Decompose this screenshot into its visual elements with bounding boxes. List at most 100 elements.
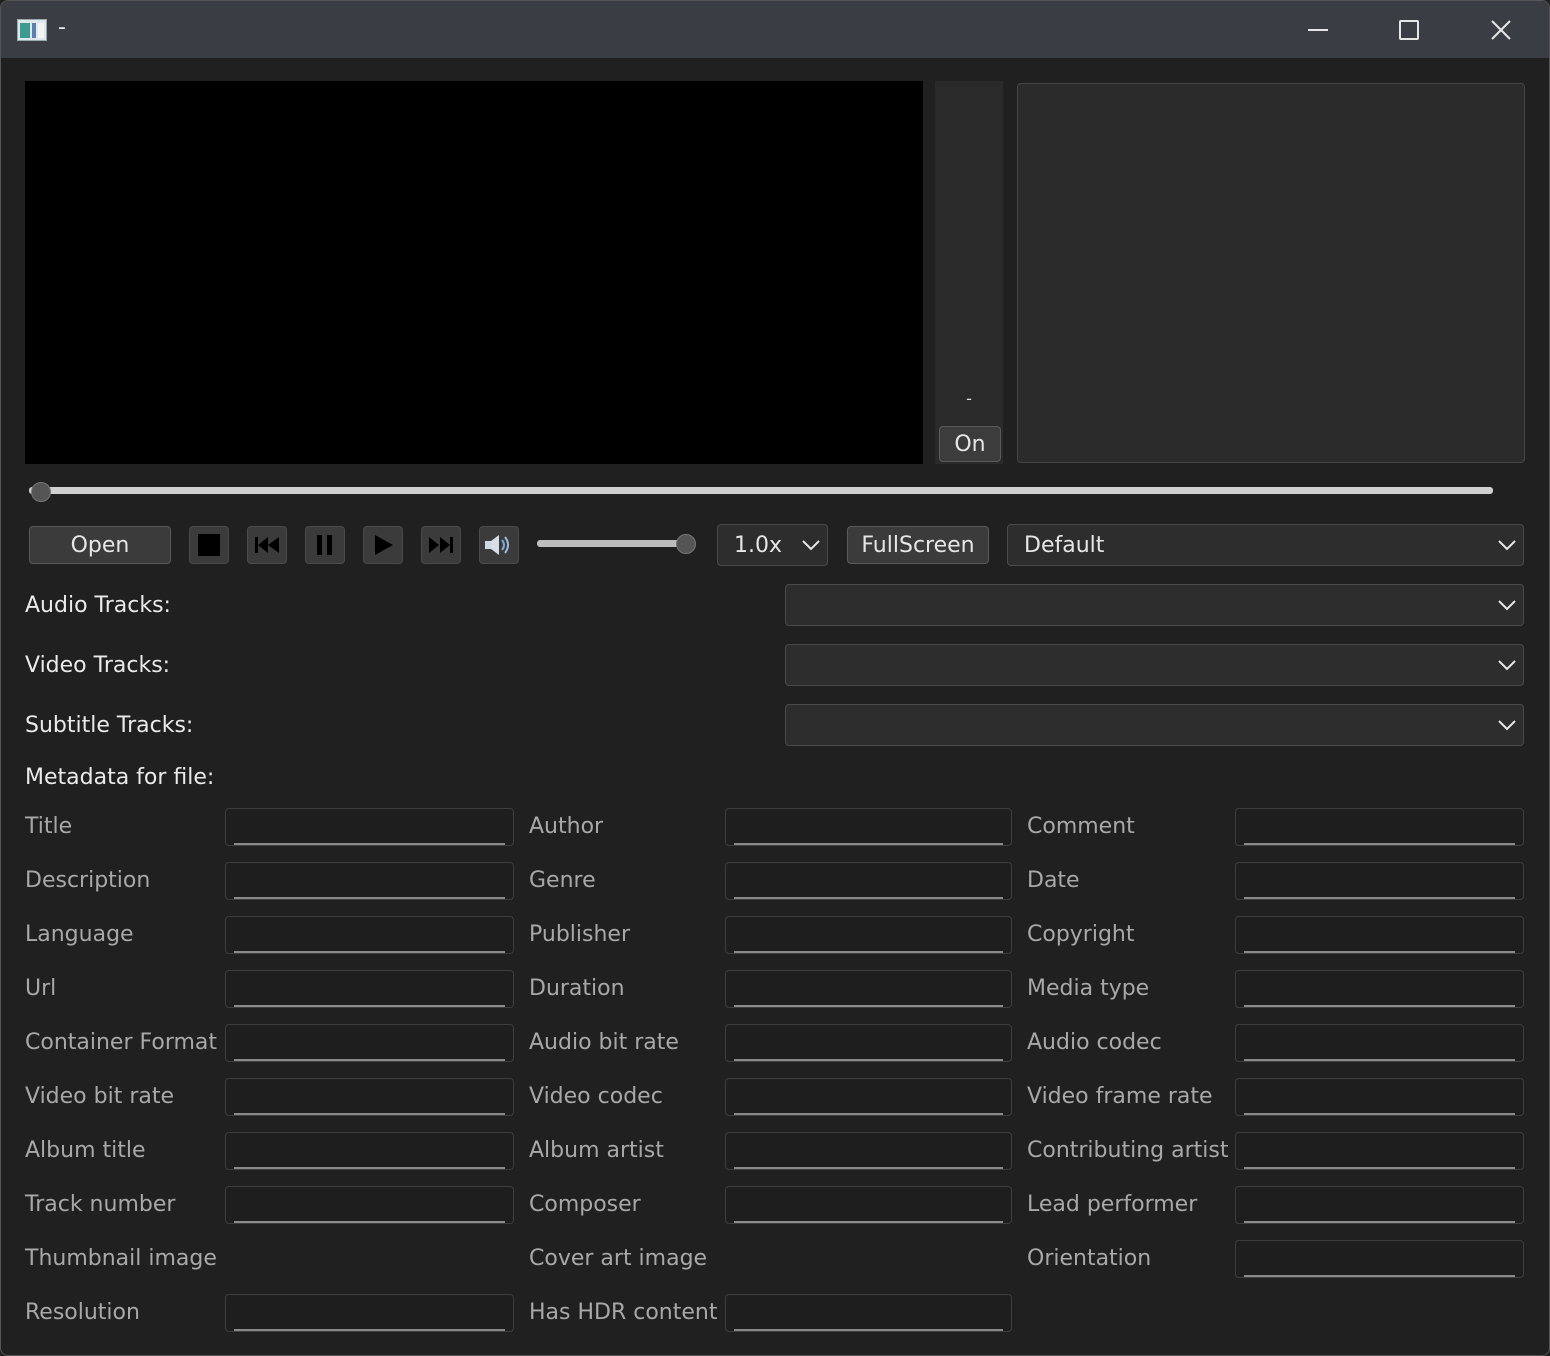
play-icon: [375, 535, 393, 555]
meta-field-track-number[interactable]: [225, 1186, 514, 1224]
meta-label-resolution: Resolution: [25, 1300, 140, 1325]
meta-label-audio-codec: Audio codec: [1027, 1030, 1162, 1055]
main-window: - - On Open 1.0x FullScreen Default Audi…: [0, 0, 1550, 1356]
meta-label-copyright: Copyright: [1027, 922, 1135, 947]
side-dash-label: -: [966, 389, 972, 408]
meta-field-album-artist[interactable]: [725, 1132, 1012, 1170]
meta-label-author: Author: [529, 814, 604, 839]
meta-field-composer[interactable]: [725, 1186, 1012, 1224]
meta-field-lead-performer[interactable]: [1235, 1186, 1524, 1224]
meta-field-video-frame-rate[interactable]: [1235, 1078, 1524, 1116]
subtitle-tracks-dropdown[interactable]: [785, 704, 1524, 746]
meta-label-album-artist: Album artist: [529, 1138, 664, 1163]
meta-label-audio-bit-rate: Audio bit rate: [529, 1030, 679, 1055]
fullscreen-button[interactable]: FullScreen: [847, 526, 989, 564]
chevron-down-icon: [1498, 540, 1516, 551]
volume-slider-handle[interactable]: [676, 534, 696, 554]
meta-field-video-bit-rate[interactable]: [225, 1078, 514, 1116]
meta-field-audio-codec[interactable]: [1235, 1024, 1524, 1062]
on-button[interactable]: On: [939, 426, 1001, 462]
video-tracks-dropdown[interactable]: [785, 644, 1524, 686]
meta-field-url[interactable]: [225, 970, 514, 1008]
meta-label-duration: Duration: [529, 976, 625, 1001]
meta-label-title: Title: [25, 814, 73, 839]
play-button[interactable]: [363, 526, 403, 564]
meta-field-author[interactable]: [725, 808, 1012, 846]
subtitle-tracks-label: Subtitle Tracks:: [25, 713, 194, 738]
seek-slider[interactable]: [29, 487, 1493, 494]
audio-tracks-label: Audio Tracks:: [25, 593, 171, 618]
pause-button[interactable]: [305, 526, 345, 564]
maximize-button[interactable]: [1364, 1, 1454, 58]
meta-field-title[interactable]: [225, 808, 514, 846]
chevron-down-icon: [1498, 720, 1516, 731]
metadata-section-label: Metadata for file:: [25, 765, 215, 790]
meta-field-publisher[interactable]: [725, 916, 1012, 954]
meta-field-comment[interactable]: [1235, 808, 1524, 846]
skip-back-icon: [255, 537, 279, 553]
meta-field-audio-bit-rate[interactable]: [725, 1024, 1012, 1062]
stop-button[interactable]: [189, 526, 229, 564]
window-title: -: [58, 15, 66, 40]
meta-field-genre[interactable]: [725, 862, 1012, 900]
info-panel: [1017, 83, 1525, 463]
meta-label-orientation: Orientation: [1027, 1246, 1152, 1271]
meta-field-duration[interactable]: [725, 970, 1012, 1008]
title-bar: -: [1, 1, 1549, 58]
mute-button[interactable]: [479, 526, 519, 564]
minimize-button[interactable]: [1273, 1, 1363, 58]
volume-slider[interactable]: [537, 540, 685, 547]
meta-label-genre: Genre: [529, 868, 596, 893]
chevron-down-icon: [1498, 660, 1516, 671]
meta-field-container-format[interactable]: [225, 1024, 514, 1062]
close-button[interactable]: [1456, 1, 1546, 58]
meta-label-contributing-artist: Contributing artist: [1027, 1138, 1229, 1163]
meta-field-video-codec[interactable]: [725, 1078, 1012, 1116]
skip-forward-icon: [429, 537, 453, 553]
meta-field-copyright[interactable]: [1235, 916, 1524, 954]
meta-label-container-format: Container Format: [25, 1030, 218, 1055]
video-display[interactable]: [25, 81, 923, 464]
side-strip: - On: [935, 81, 1003, 464]
pause-icon: [317, 535, 332, 555]
aspect-ratio-dropdown[interactable]: Default: [1007, 524, 1524, 566]
meta-label-publisher: Publisher: [529, 922, 630, 947]
chevron-down-icon: [1498, 600, 1516, 611]
speaker-icon: [485, 535, 509, 555]
meta-label-video-frame-rate: Video frame rate: [1027, 1084, 1213, 1109]
next-button[interactable]: [421, 526, 461, 564]
audio-tracks-dropdown[interactable]: [785, 584, 1524, 626]
open-button[interactable]: Open: [29, 526, 171, 564]
app-icon: [17, 19, 47, 41]
playback-speed-value: 1.0x: [734, 533, 783, 558]
meta-label-url: Url: [25, 976, 57, 1001]
meta-field-orientation[interactable]: [1235, 1240, 1524, 1278]
playback-speed-dropdown[interactable]: 1.0x: [717, 524, 828, 566]
meta-label-composer: Composer: [529, 1192, 641, 1217]
meta-label-language: Language: [25, 922, 134, 947]
close-icon: [1491, 19, 1511, 40]
previous-button[interactable]: [247, 526, 287, 564]
meta-field-resolution[interactable]: [225, 1294, 514, 1332]
seek-slider-handle[interactable]: [31, 482, 51, 502]
maximize-icon: [1399, 19, 1419, 40]
meta-field-has-hdr-content[interactable]: [725, 1294, 1012, 1332]
meta-field-date[interactable]: [1235, 862, 1524, 900]
meta-label-has-hdr-content: Has HDR content: [529, 1300, 718, 1325]
meta-label-description: Description: [25, 868, 151, 893]
meta-field-album-title[interactable]: [225, 1132, 514, 1170]
meta-label-media-type: Media type: [1027, 976, 1150, 1001]
meta-label-video-bit-rate: Video bit rate: [25, 1084, 175, 1109]
meta-field-description[interactable]: [225, 862, 514, 900]
meta-field-language[interactable]: [225, 916, 514, 954]
meta-label-cover-art-image: Cover art image: [529, 1246, 708, 1271]
stop-icon: [198, 534, 220, 556]
meta-field-media-type[interactable]: [1235, 970, 1524, 1008]
meta-label-date: Date: [1027, 868, 1080, 893]
meta-label-album-title: Album title: [25, 1138, 146, 1163]
meta-label-lead-performer: Lead performer: [1027, 1192, 1198, 1217]
meta-field-contributing-artist[interactable]: [1235, 1132, 1524, 1170]
video-tracks-label: Video Tracks:: [25, 653, 171, 678]
meta-label-comment: Comment: [1027, 814, 1135, 839]
chevron-down-icon: [802, 540, 820, 551]
